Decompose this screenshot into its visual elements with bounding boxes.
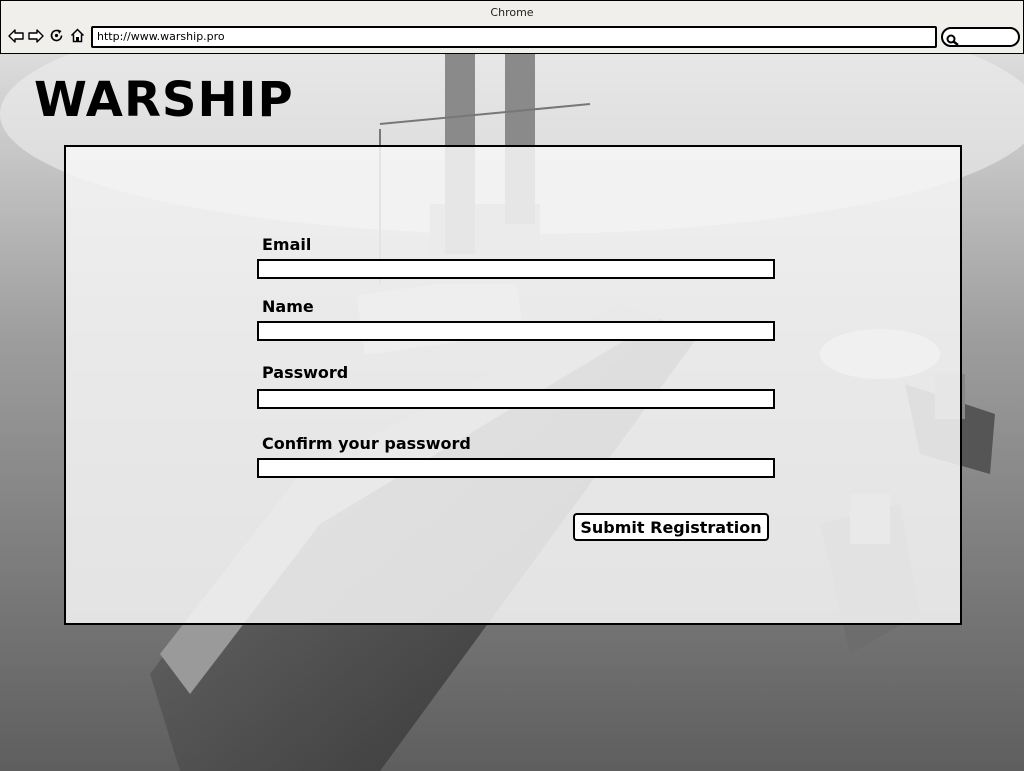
registration-form: Email Name Password Confirm your passwor… [64,145,962,625]
page-title: WARSHIP [34,72,294,128]
search-icon [946,31,960,50]
window-title: Chrome [490,6,534,19]
browser-chrome: Chrome http://www.warship.pro [0,0,1024,55]
forward-arrow-icon[interactable] [27,27,44,44]
confirm-password-label: Confirm your password [262,434,471,453]
browser-search-box[interactable] [941,27,1020,47]
address-bar[interactable]: http://www.warship.pro [91,26,937,48]
back-arrow-icon[interactable] [7,27,24,44]
email-field[interactable] [257,259,775,279]
name-label: Name [262,297,314,316]
home-icon[interactable] [69,27,86,44]
reload-icon[interactable] [48,27,65,44]
password-label: Password [262,363,349,382]
page-viewport: WARSHIP Email Name Password Confirm your… [0,54,1024,771]
confirm-password-field[interactable] [257,458,775,478]
submit-registration-button[interactable]: Submit Registration [573,513,769,541]
name-field[interactable] [257,321,775,341]
email-label: Email [262,235,312,254]
password-field[interactable] [257,389,775,409]
